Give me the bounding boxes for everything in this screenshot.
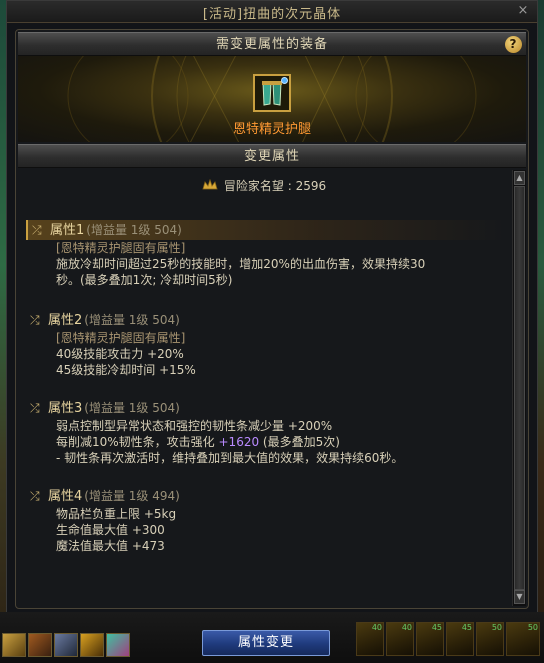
attribute-name: 属性2 bbox=[48, 313, 83, 328]
attribute-inherent-label: [恩特精灵护腿固有属性] bbox=[56, 331, 186, 345]
quick-slot-4[interactable] bbox=[80, 633, 104, 657]
skill-slot-2[interactable]: 40 bbox=[386, 622, 414, 656]
attribute-line-with-value: 每削减10%韧性条，攻击强化 +1620 (最多叠加5次) bbox=[26, 434, 506, 450]
adventurer-fame: 冒险家名望 : 2596 bbox=[18, 177, 510, 194]
attribute-line: 物品栏负重上限 +5kg bbox=[56, 507, 177, 521]
attribute-line: 40级技能攻击力 +20% bbox=[56, 347, 184, 361]
attribute-line: 45级技能冷却时间 +15% bbox=[56, 363, 196, 377]
attribute-name: 属性4 bbox=[48, 489, 83, 504]
equipment-item-name: 恩特精灵护腿 bbox=[232, 122, 311, 137]
window-titlebar[interactable]: [活动]扭曲的次元晶体 × bbox=[7, 1, 537, 23]
attribute-title-1[interactable]: ⤮ 属性1 (增益量 1级 504) bbox=[26, 220, 506, 240]
attribute-meta: (增益量 1级 504) bbox=[84, 401, 180, 415]
attribute-block-2[interactable]: ⤮ 属性2 (增益量 1级 504) [恩特精灵护腿固有属性] 40级技能攻击力 +… bbox=[26, 310, 506, 378]
equipment-item-slot[interactable] bbox=[253, 74, 291, 112]
attribute-title-2[interactable]: ⤮ 属性2 (增益量 1级 504) bbox=[26, 310, 506, 330]
attribute-line: 施放冷却时间超过25秒的技能时，增加20%的出血伤害，效果持续30 bbox=[56, 257, 426, 271]
window-title: [活动]扭曲的次元晶体 bbox=[202, 7, 342, 22]
attribute-line: - 韧性条再次激活时，维持叠加到最大值的效果，效果持续60秒。 bbox=[56, 451, 404, 465]
attributes-scrollbar[interactable]: ▲ ▼ bbox=[512, 170, 526, 606]
help-icon[interactable]: ? bbox=[505, 36, 522, 53]
attribute-meta: (增益量 1级 504) bbox=[86, 223, 182, 237]
attribute-name: 属性3 bbox=[48, 401, 83, 416]
scroll-up-icon[interactable]: ▲ bbox=[514, 171, 525, 185]
attribute-line-text: (最多叠加5次) bbox=[259, 435, 340, 449]
skill-slot-4[interactable]: 45 bbox=[446, 622, 474, 656]
equipment-section-title: 需变更属性的装备 bbox=[215, 37, 328, 52]
fame-crown-icon bbox=[202, 179, 218, 190]
quick-slot-2[interactable] bbox=[28, 633, 52, 657]
attribute-line-text: 每削减10%韧性条，攻击强化 bbox=[56, 435, 219, 449]
quick-slot-1[interactable] bbox=[2, 633, 26, 657]
attributes-section-header: 变更属性 bbox=[18, 144, 526, 168]
attribute-line: 魔法值最大值 +473 bbox=[56, 539, 165, 553]
shuffle-icon: ⤮ bbox=[30, 313, 40, 327]
attributes-section-title: 变更属性 bbox=[243, 149, 300, 164]
quick-slot-3[interactable] bbox=[54, 633, 78, 657]
shuffle-icon: ⤮ bbox=[30, 401, 40, 415]
attributes-list: 冒险家名望 : 2596 ⤮ 属性1 (增益量 1级 504) [恩特精灵护腿固有属… bbox=[18, 170, 510, 606]
attribute-line: 弱点控制型异常状态和强控的韧性条减少量 +200% bbox=[56, 419, 333, 433]
scroll-down-icon[interactable]: ▼ bbox=[514, 590, 525, 604]
skill-slot-3[interactable]: 45 bbox=[416, 622, 444, 656]
change-attribute-button[interactable]: 属性变更 bbox=[202, 630, 330, 656]
main-panel: 需变更属性的装备 ? 恩特精灵护腿 变更属性 冒险家名望: 2596 ⤮ 属性… bbox=[15, 29, 529, 609]
attribute-block-3[interactable]: ⤮ 属性3 (增益量 1级 504) 弱点控制型异常状态和强控的韧性条减少量 +20… bbox=[26, 398, 506, 466]
skill-slot-6[interactable]: 50 bbox=[506, 622, 540, 656]
skill-level: 45 bbox=[461, 623, 472, 632]
equipment-display: 恩特精灵护腿 bbox=[18, 56, 526, 142]
skill-level: 40 bbox=[371, 623, 382, 632]
skill-level: 45 bbox=[431, 623, 442, 632]
attribute-title-4[interactable]: ⤮ 属性4 (增益量 1级 494) bbox=[26, 486, 506, 506]
attribute-line: 秒。(最多叠加1次; 冷却时间5秒) bbox=[56, 273, 233, 287]
skill-level: 50 bbox=[491, 623, 502, 632]
skill-level: 50 bbox=[527, 623, 538, 632]
attribute-name: 属性1 bbox=[50, 223, 85, 238]
shuffle-icon: ⤮ bbox=[32, 223, 42, 237]
attribute-meta: (增益量 1级 494) bbox=[84, 489, 180, 503]
attribute-block-1[interactable]: ⤮ 属性1 (增益量 1级 504) [恩特精灵护腿固有属性] 施放冷却时间超过25… bbox=[26, 220, 506, 288]
attack-boost-value: +1620 bbox=[218, 435, 260, 449]
quick-slot-5[interactable] bbox=[106, 633, 130, 657]
skill-level: 40 bbox=[401, 623, 412, 632]
dimension-crystal-window: [活动]扭曲的次元晶体 × 需变更属性的装备 ? 恩特精灵护腿 变更属性 冒险家… bbox=[6, 0, 538, 663]
attribute-line: 生命值最大值 +300 bbox=[56, 523, 165, 537]
attribute-title-3[interactable]: ⤮ 属性3 (增益量 1级 504) bbox=[26, 398, 506, 418]
close-icon[interactable]: × bbox=[515, 3, 531, 19]
attribute-block-4[interactable]: ⤮ 属性4 (增益量 1级 494) 物品栏负重上限 +5kg 生命值最大值 +30… bbox=[26, 486, 506, 554]
scroll-thumb[interactable] bbox=[514, 186, 525, 590]
attribute-meta: (增益量 1级 504) bbox=[84, 313, 180, 327]
skill-slot-1[interactable]: 40 bbox=[356, 622, 384, 656]
fame-label: 冒险家名望 : 2596 bbox=[223, 179, 327, 193]
socket-gem-icon bbox=[281, 77, 288, 84]
attribute-inherent-label: [恩特精灵护腿固有属性] bbox=[56, 241, 186, 255]
shuffle-icon: ⤮ bbox=[30, 489, 40, 503]
skill-slot-5[interactable]: 50 bbox=[476, 622, 504, 656]
equipment-section-header: 需变更属性的装备 ? bbox=[18, 32, 526, 56]
